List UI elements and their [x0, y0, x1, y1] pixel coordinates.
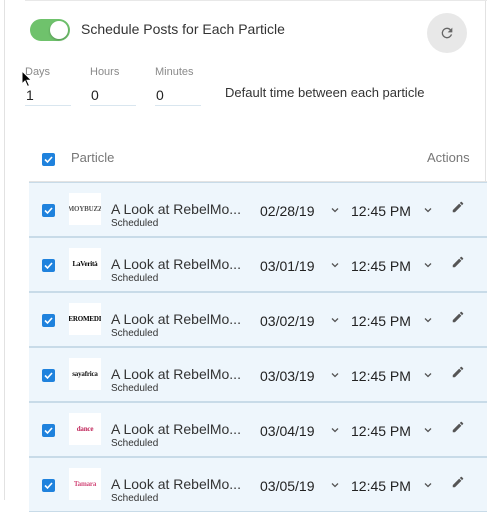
chevron-down-icon[interactable]	[422, 259, 434, 271]
particle-title[interactable]: A Look at RebelMo...	[111, 201, 241, 217]
row-checkbox[interactable]	[42, 479, 55, 492]
thumbnail-logo-text: LaVerità	[72, 260, 98, 268]
particle-status: Scheduled	[111, 218, 159, 229]
particle-title[interactable]: A Look at RebelMo...	[111, 366, 241, 382]
hours-field-group: Hours	[90, 66, 136, 106]
thumbnail-logo-text: MOYBUZZ	[69, 205, 101, 213]
particle-status: Scheduled	[111, 273, 159, 284]
chevron-down-icon[interactable]	[329, 479, 341, 491]
chevron-down-icon[interactable]	[329, 369, 341, 381]
particle-thumbnail: MOYBUZZ	[69, 193, 101, 225]
schedule-toggle[interactable]	[30, 19, 70, 41]
hours-input[interactable]	[90, 84, 136, 106]
schedule-time[interactable]: 12:45 PM	[351, 478, 411, 494]
default-time-text: Default time between each particle	[225, 85, 425, 100]
edit-pencil-icon[interactable]	[451, 365, 465, 379]
schedule-panel: Schedule Posts for Each Particle Days Ho…	[4, 0, 487, 512]
table-row: dance A Look at RebelMo... Scheduled 03/…	[29, 402, 487, 457]
chevron-down-icon[interactable]	[422, 479, 434, 491]
table-row: LaVerità A Look at RebelMo... Scheduled …	[29, 237, 487, 292]
schedule-toggle-label: Schedule Posts for Each Particle	[81, 21, 285, 37]
row-checkbox[interactable]	[42, 259, 55, 272]
checkmark-icon	[44, 482, 53, 490]
chevron-down-icon[interactable]	[422, 424, 434, 436]
particle-title[interactable]: A Look at RebelMo...	[111, 311, 241, 327]
refresh-button[interactable]	[427, 13, 467, 53]
edit-pencil-icon[interactable]	[451, 420, 465, 434]
table-header: Particle Actions	[29, 140, 487, 182]
particle-thumbnail: Tamara	[69, 468, 101, 500]
table-row: MOYBUZZ A Look at RebelMo... Scheduled 0…	[29, 182, 487, 237]
edit-pencil-icon[interactable]	[451, 255, 465, 269]
particle-status: Scheduled	[111, 438, 159, 449]
particle-thumbnail: dance	[69, 413, 101, 445]
schedule-date[interactable]: 03/05/19	[260, 478, 315, 494]
particle-column-header: Particle	[71, 150, 115, 165]
schedule-date[interactable]: 03/04/19	[260, 423, 315, 439]
thumbnail-logo-text: ZEROMEDIA	[69, 315, 101, 323]
particle-title[interactable]: A Look at RebelMo...	[111, 476, 241, 492]
schedule-time[interactable]: 12:45 PM	[351, 313, 411, 329]
thumbnail-logo-text: sayafrica	[72, 370, 98, 378]
chevron-down-icon[interactable]	[329, 314, 341, 326]
particle-thumbnail: sayafrica	[69, 358, 101, 390]
thumbnail-logo-text: dance	[76, 425, 94, 433]
hours-label: Hours	[90, 66, 120, 78]
schedule-date[interactable]: 02/28/19	[260, 203, 315, 219]
table-row: ZEROMEDIA A Look at RebelMo... Scheduled…	[29, 292, 487, 347]
particle-thumbnail: LaVerità	[69, 248, 101, 280]
table-row: sayafrica A Look at RebelMo... Scheduled…	[29, 347, 487, 402]
particle-status: Scheduled	[111, 493, 159, 504]
row-checkbox[interactable]	[42, 369, 55, 382]
checkmark-icon	[44, 372, 53, 380]
schedule-time[interactable]: 12:45 PM	[351, 203, 411, 219]
chevron-down-icon[interactable]	[422, 204, 434, 216]
row-checkbox[interactable]	[42, 314, 55, 327]
edit-pencil-icon[interactable]	[451, 310, 465, 324]
checkmark-icon	[44, 156, 53, 164]
schedule-time[interactable]: 12:45 PM	[351, 368, 411, 384]
refresh-icon	[441, 27, 453, 39]
edit-pencil-icon[interactable]	[451, 200, 465, 214]
chevron-down-icon[interactable]	[329, 259, 341, 271]
checkmark-icon	[44, 427, 53, 435]
checkmark-icon	[44, 317, 53, 325]
chevron-down-icon[interactable]	[329, 424, 341, 436]
checkmark-icon	[44, 207, 53, 215]
checkmark-icon	[44, 262, 53, 270]
select-all-checkbox[interactable]	[42, 153, 55, 166]
chevron-down-icon[interactable]	[422, 369, 434, 381]
edit-pencil-icon[interactable]	[451, 475, 465, 489]
row-checkbox[interactable]	[42, 204, 55, 217]
minutes-field-group: Minutes	[155, 66, 201, 106]
schedule-date[interactable]: 03/03/19	[260, 368, 315, 384]
chevron-down-icon[interactable]	[422, 314, 434, 326]
particle-status: Scheduled	[111, 328, 159, 339]
minutes-label: Minutes	[155, 66, 194, 78]
thumbnail-logo-text: Tamara	[73, 480, 97, 488]
toggle-knob	[50, 21, 68, 39]
particle-thumbnail: ZEROMEDIA	[69, 303, 101, 335]
mouse-pointer-icon	[21, 70, 33, 88]
table-row: Tamara A Look at RebelMo... Scheduled 03…	[29, 457, 487, 512]
schedule-date[interactable]: 03/01/19	[260, 258, 315, 274]
particle-title[interactable]: A Look at RebelMo...	[111, 256, 241, 272]
particle-status: Scheduled	[111, 383, 159, 394]
chevron-down-icon[interactable]	[329, 204, 341, 216]
minutes-input[interactable]	[155, 84, 201, 106]
schedule-time[interactable]: 12:45 PM	[351, 423, 411, 439]
top-divider	[25, 0, 487, 1]
schedule-time[interactable]: 12:45 PM	[351, 258, 411, 274]
actions-column-header: Actions	[427, 150, 470, 165]
row-checkbox[interactable]	[42, 424, 55, 437]
particle-title[interactable]: A Look at RebelMo...	[111, 421, 241, 437]
schedule-date[interactable]: 03/02/19	[260, 313, 315, 329]
